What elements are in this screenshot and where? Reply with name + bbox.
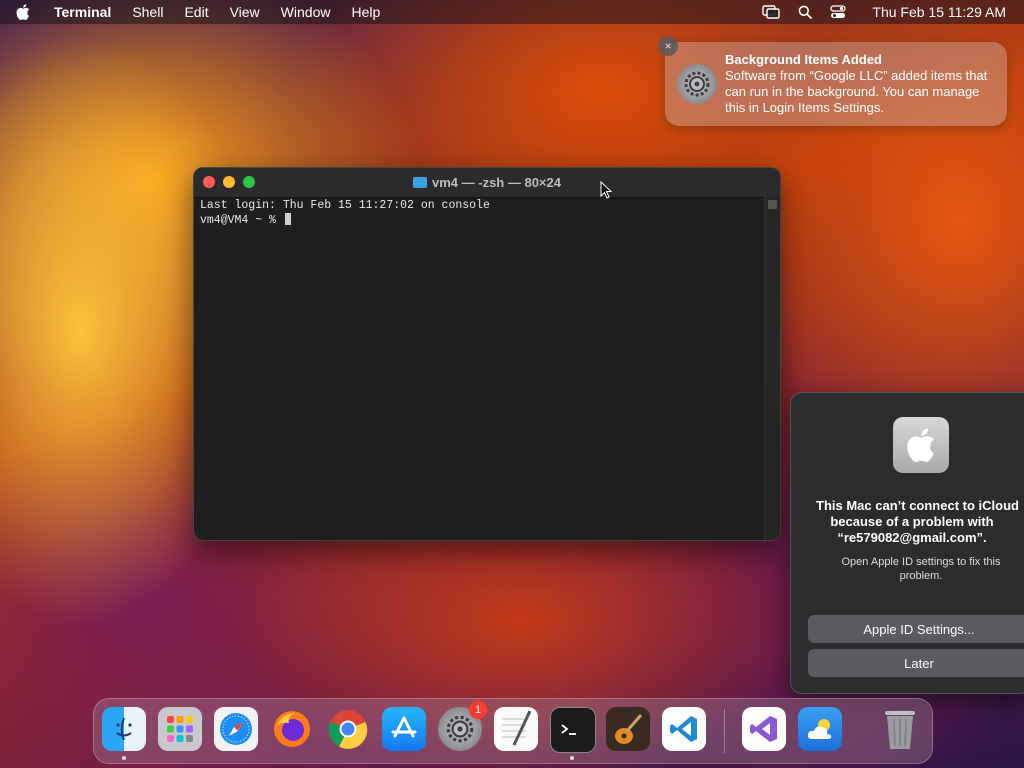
menu-help[interactable]: Help <box>351 4 380 20</box>
menu-app-terminal[interactable]: Terminal <box>54 4 111 20</box>
terminal-title-text: vm4 — -zsh — 80×24 <box>432 175 561 190</box>
dock-launchpad-icon[interactable] <box>158 707 202 751</box>
menu-shell[interactable]: Shell <box>132 4 163 20</box>
folder-icon <box>413 177 427 188</box>
dock-separator <box>724 709 725 753</box>
dock-chrome-icon[interactable] <box>326 707 370 751</box>
menu-bar: Terminal Shell Edit View Window Help Thu… <box>0 0 1024 24</box>
icloud-title-line-1: This Mac can’t connect to iCloud <box>816 498 1019 513</box>
menu-clock[interactable]: Thu Feb 15 11:29 AM <box>872 4 1006 20</box>
system-settings-badge: 1 <box>469 701 487 719</box>
notification-title: Background Items Added <box>725 52 882 67</box>
menu-window[interactable]: Window <box>281 4 331 20</box>
icloud-alert-dialog[interactable]: This Mac can’t connect to iCloud because… <box>790 392 1024 694</box>
dock-trash-icon[interactable] <box>878 707 922 751</box>
dock: 1 <box>93 698 933 764</box>
dock-firefox-icon[interactable] <box>270 707 314 751</box>
menu-edit[interactable]: Edit <box>184 4 208 20</box>
dock-app-store-icon[interactable] <box>382 707 426 751</box>
notification-close-button[interactable]: × <box>658 36 678 56</box>
mouse-pointer-icon <box>600 180 613 204</box>
terminal-cursor <box>284 213 291 225</box>
split-pane-icon[interactable] <box>768 200 777 209</box>
apple-menu-icon[interactable] <box>16 4 36 20</box>
apple-logo-icon <box>893 417 949 473</box>
dock-terminal-icon[interactable] <box>550 707 596 753</box>
terminal-title: vm4 — -zsh — 80×24 <box>194 175 780 190</box>
terminal-titlebar[interactable]: vm4 — -zsh — 80×24 <box>194 168 780 198</box>
icloud-alert-title: This Mac can’t connect to iCloud because… <box>811 498 1024 546</box>
dock-finder-icon[interactable] <box>102 707 146 751</box>
notification-body: Software from “Google LLC” added items t… <box>725 68 988 115</box>
dock-weather-icon[interactable] <box>798 707 842 751</box>
control-center-icon[interactable] <box>830 5 847 19</box>
icloud-title-line-2: because of a problem with <box>830 514 994 529</box>
terminal-running-indicator <box>570 756 574 760</box>
finder-running-indicator <box>122 756 126 760</box>
dock-system-settings-icon[interactable]: 1 <box>438 701 487 751</box>
terminal-window[interactable]: vm4 — -zsh — 80×24 Last login: Thu Feb 1… <box>193 167 781 541</box>
spotlight-search-icon[interactable] <box>798 5 813 19</box>
icloud-title-line-3: “re579082@gmail.com”. <box>837 530 987 545</box>
later-button[interactable]: Later <box>808 649 1024 677</box>
dock-garageband-icon[interactable] <box>606 707 650 751</box>
dock-textedit-icon[interactable] <box>494 707 538 751</box>
screen-mirroring-icon[interactable] <box>762 5 781 19</box>
terminal-prompt: vm4@VM4 ~ % <box>200 214 283 227</box>
dock-safari-icon[interactable] <box>214 707 258 751</box>
background-items-notification[interactable]: Background Items Added Software from “Go… <box>665 42 1007 126</box>
icloud-alert-message: Open Apple ID settings to fix this probl… <box>841 556 1001 582</box>
system-settings-gear-icon <box>677 64 717 104</box>
dock-visual-studio-icon[interactable] <box>742 707 786 751</box>
apple-id-settings-button[interactable]: Apple ID Settings... <box>808 615 1024 643</box>
terminal-prompt-line[interactable]: vm4@VM4 ~ % <box>200 213 490 228</box>
menu-view[interactable]: View <box>230 4 260 20</box>
dock-vscode-icon[interactable] <box>662 707 706 751</box>
terminal-scrollbar[interactable] <box>764 197 780 540</box>
terminal-output[interactable]: Last login: Thu Feb 15 11:27:02 on conso… <box>200 199 490 228</box>
terminal-line-last-login: Last login: Thu Feb 15 11:27:02 on conso… <box>200 199 490 212</box>
